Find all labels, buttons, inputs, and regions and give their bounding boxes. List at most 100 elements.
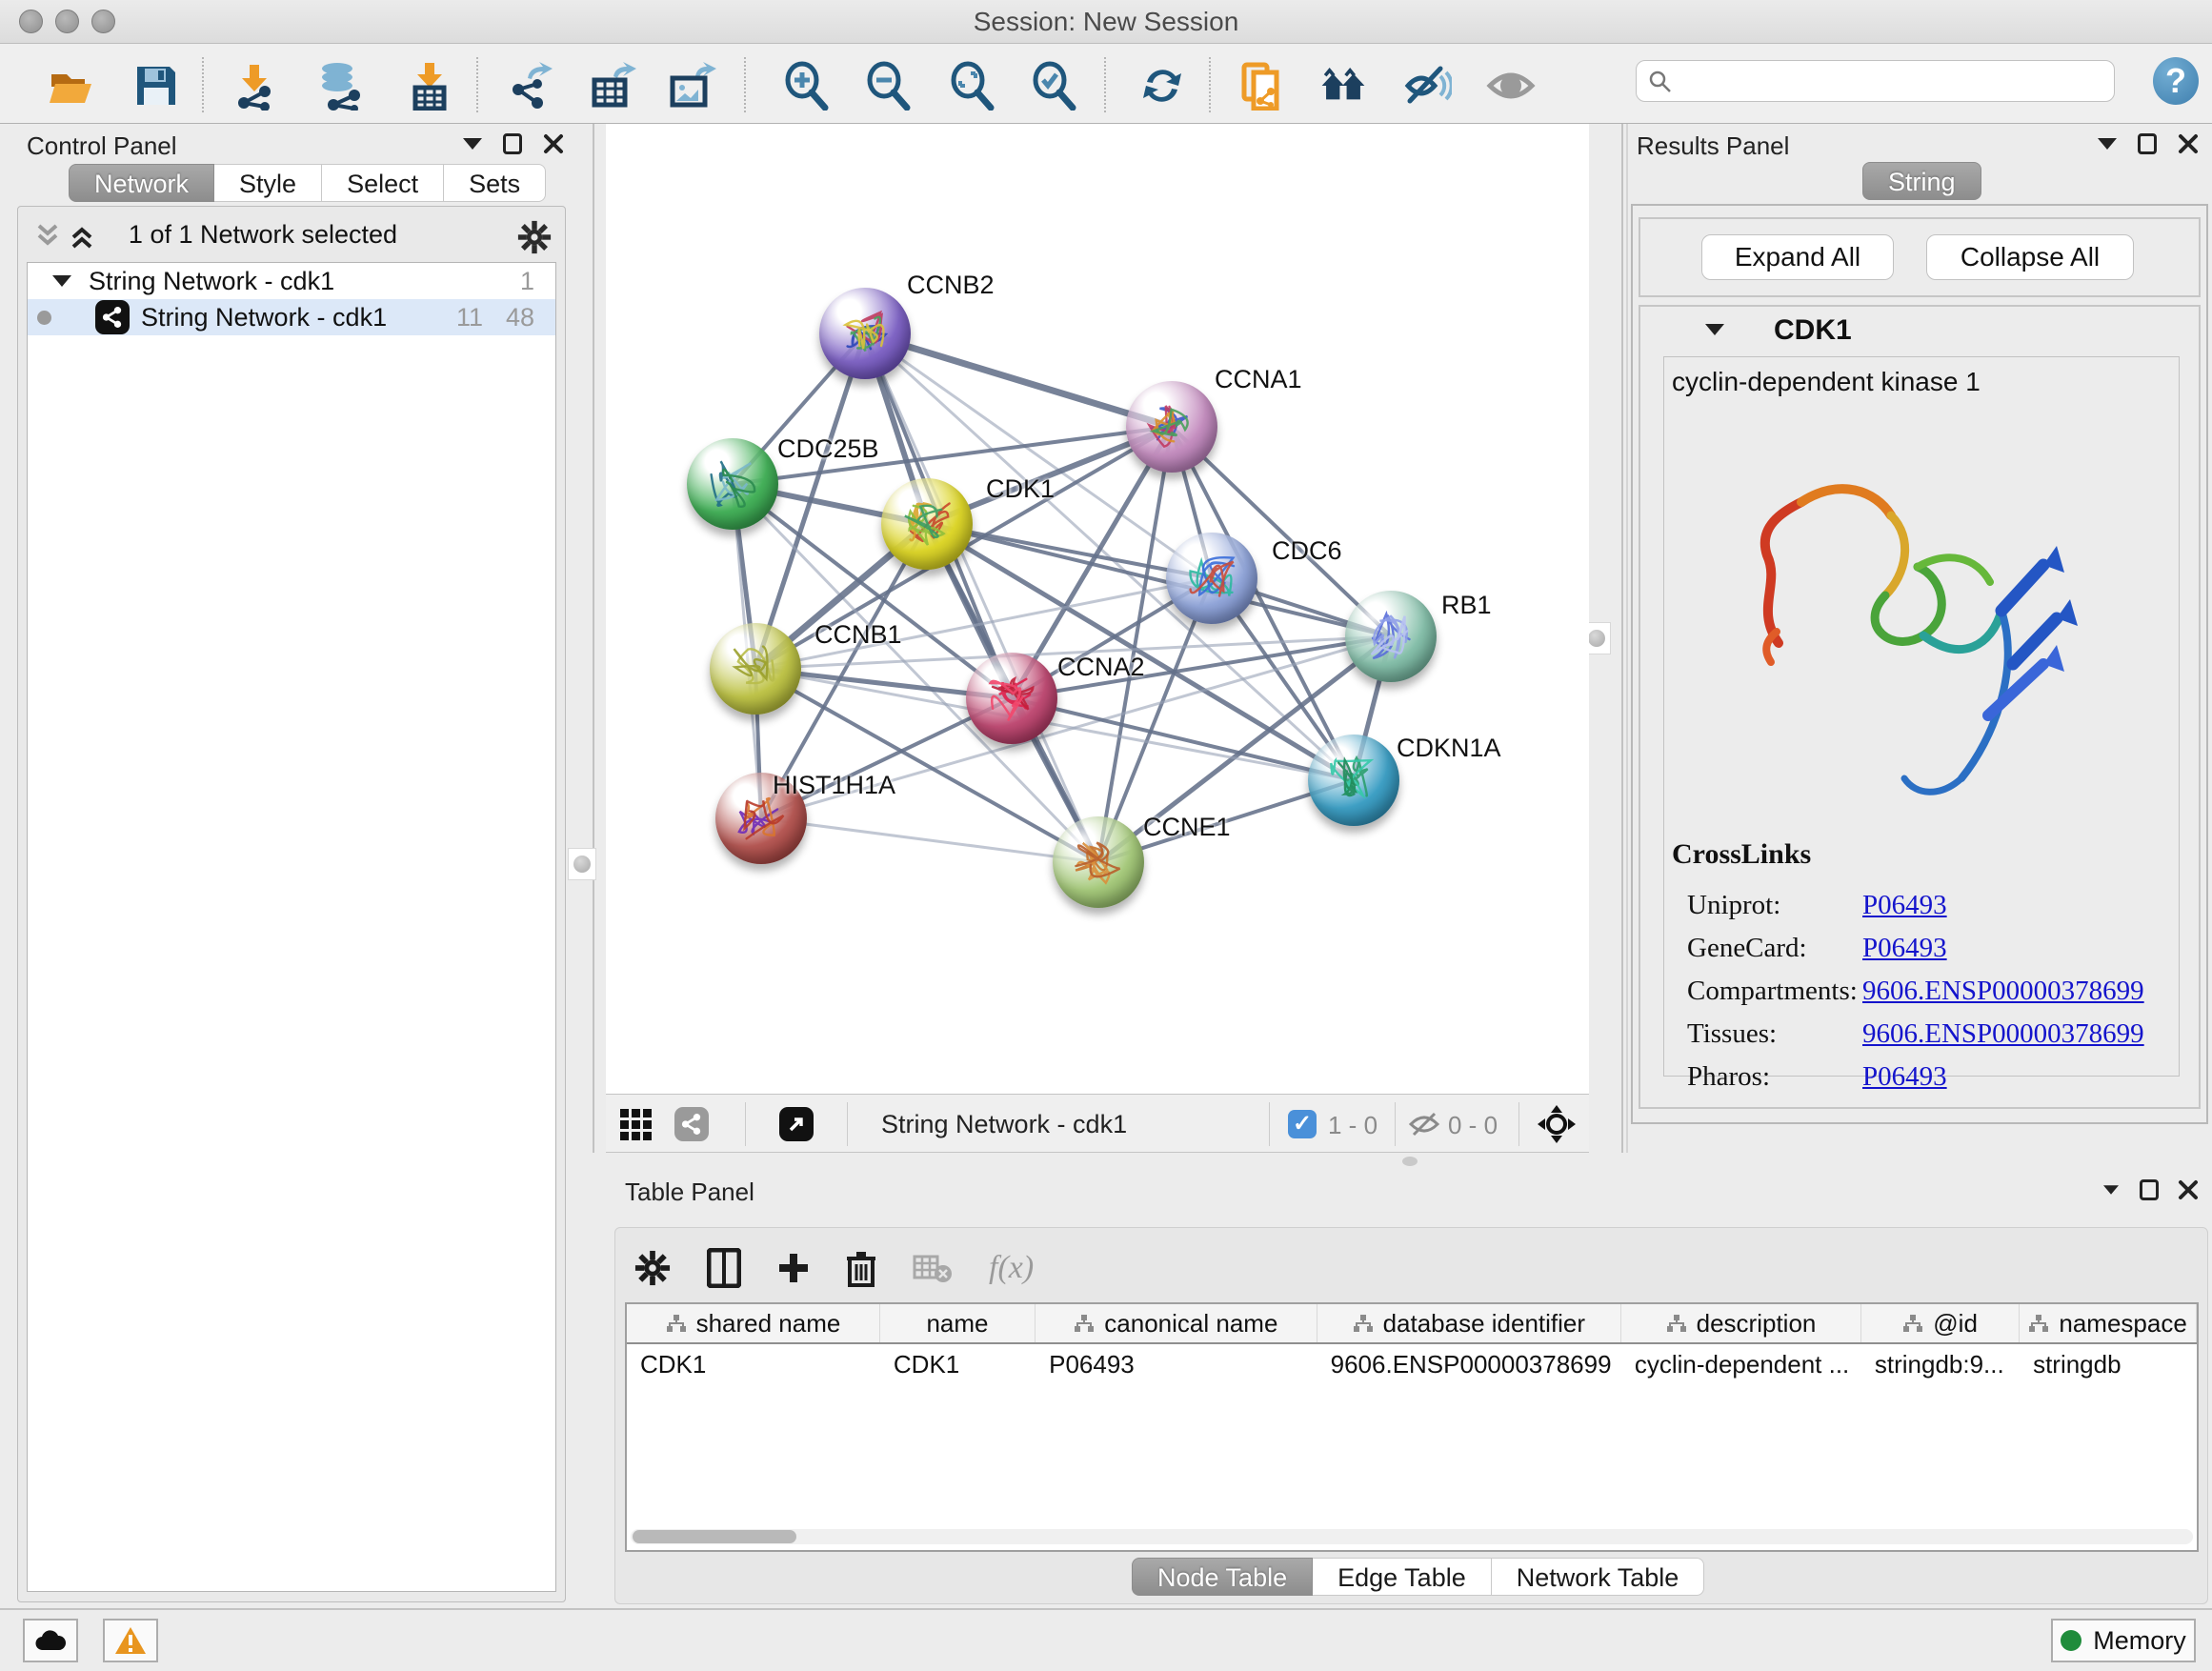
collection-count: 1 (520, 267, 534, 296)
delete-column-icon[interactable] (846, 1249, 876, 1287)
control-panel-title: Control Panel (27, 131, 177, 161)
birdseye-grid-icon[interactable] (619, 1108, 654, 1142)
table-panel-close-icon[interactable] (2178, 1179, 2199, 1200)
fit-crosshair-icon[interactable] (1536, 1103, 1578, 1145)
table-cell: stringdb (2020, 1344, 2197, 1384)
crosslink-link[interactable]: P06493 (1862, 890, 1947, 921)
show-columns-icon[interactable] (707, 1248, 741, 1288)
crosslink-link[interactable]: P06493 (1862, 1061, 1947, 1093)
network-node-cdc25b[interactable] (687, 438, 778, 530)
results-panel-float-icon[interactable] (2138, 133, 2157, 154)
table-cell: 9606.ENSP00000378699 (1317, 1344, 1621, 1384)
bottom-splitter-handle[interactable] (1402, 1157, 1418, 1166)
column-header-shared-name[interactable]: shared name (627, 1304, 880, 1342)
crosslink-link[interactable]: P06493 (1862, 933, 1947, 964)
right-splitter-line2 (1626, 124, 1628, 1153)
expand-all-button[interactable]: Expand All (1701, 234, 1894, 280)
zoom-selected-icon[interactable] (1029, 61, 1078, 111)
network-badge-icon[interactable] (674, 1107, 709, 1141)
search-input[interactable] (1682, 63, 2101, 99)
network-options-gear-icon[interactable] (517, 220, 552, 254)
import-network-icon[interactable] (229, 61, 278, 111)
string-home-icon[interactable] (1318, 61, 1368, 111)
network-canvas[interactable]: CCNB2CCNA1CDC25BCDK1CDC6RB1CCNB1CCNA2CDK… (606, 124, 1589, 1094)
column-header-description[interactable]: description (1621, 1304, 1861, 1342)
network-node-rb1[interactable] (1345, 591, 1437, 682)
import-network-from-database-icon[interactable] (314, 61, 364, 111)
column-header--id[interactable]: @id (1861, 1304, 2020, 1342)
table-horizontal-scrollbar[interactable] (631, 1529, 2193, 1544)
tab-style[interactable]: Style (214, 164, 322, 202)
control-panel-menu-icon[interactable] (463, 138, 482, 150)
left-splitter-handle[interactable] (568, 848, 596, 880)
column-header-name[interactable]: name (880, 1304, 1036, 1342)
node-label-cdc25b: CDC25B (777, 434, 879, 464)
results-panel-menu-icon[interactable] (2098, 138, 2117, 150)
zoom-out-icon[interactable] (863, 61, 913, 111)
copy-network-icon[interactable] (1238, 61, 1288, 111)
zoom-in-icon[interactable] (781, 61, 831, 111)
tab-select[interactable]: Select (322, 164, 444, 202)
protein-collapse-icon[interactable] (1705, 324, 1724, 335)
tab-sets[interactable]: Sets (444, 164, 546, 202)
warnings-button[interactable] (103, 1619, 158, 1662)
toolbar-separator (1209, 57, 1211, 112)
zoom-fit-icon[interactable] (947, 61, 996, 111)
table-panel-menu-icon[interactable] (2103, 1185, 2119, 1195)
column-header-database-identifier[interactable]: database identifier (1317, 1304, 1621, 1342)
left-splitter[interactable] (593, 124, 594, 1153)
import-table-icon[interactable] (404, 61, 453, 111)
collection-expand-icon[interactable] (52, 275, 71, 287)
export-image-icon[interactable] (667, 61, 716, 111)
network-node-ccnb1[interactable] (710, 623, 801, 715)
crosslink-link[interactable]: 9606.ENSP00000378699 (1862, 1018, 2144, 1050)
open-session-icon[interactable] (46, 61, 95, 111)
tab-string[interactable]: String (1862, 162, 1981, 200)
network-row[interactable]: String Network - cdk1 11 48 (28, 299, 555, 335)
hide-unhide-icon[interactable] (1402, 61, 1452, 111)
network-edge[interactable] (1012, 698, 1354, 780)
network-edge[interactable] (865, 333, 1098, 862)
selected-checkbox-icon[interactable]: ✓ (1288, 1110, 1317, 1138)
network-tree: String Network - cdk1 1 String Network -… (27, 262, 556, 1592)
network-node-ccna2[interactable] (966, 653, 1057, 744)
column-header-canonical-name[interactable]: canonical name (1036, 1304, 1317, 1342)
tab-edge-table[interactable]: Edge Table (1313, 1558, 1492, 1596)
network-collection-row[interactable]: String Network - cdk1 1 (28, 263, 555, 299)
network-node-cdkn1a[interactable] (1308, 735, 1399, 826)
table-panel-float-icon[interactable] (2140, 1179, 2159, 1200)
network-node-cdk1[interactable] (881, 478, 973, 570)
add-column-icon[interactable] (777, 1252, 810, 1284)
network-node-ccna1[interactable] (1126, 381, 1217, 473)
table-row[interactable]: CDK1CDK1P064939606.ENSP00000378699cyclin… (627, 1344, 2197, 1384)
tab-network[interactable]: Network (69, 164, 214, 202)
save-session-icon[interactable] (131, 61, 181, 111)
show-graphics-icon[interactable] (1486, 61, 1536, 111)
export-network-icon[interactable] (505, 61, 554, 111)
column-header-namespace[interactable]: namespace (2020, 1304, 2197, 1342)
memory-button[interactable]: Memory (2051, 1619, 2196, 1662)
network-node-ccne1[interactable] (1053, 816, 1144, 908)
cloud-button[interactable] (23, 1619, 78, 1662)
network-edge[interactable] (761, 818, 1098, 862)
help-button[interactable]: ? (2153, 57, 2199, 105)
crosslinks-title: CrossLinks (1672, 838, 2144, 871)
crosslink-link[interactable]: 9606.ENSP00000378699 (1862, 976, 2144, 1007)
protein-structure-thumbnail (819, 288, 911, 379)
export-table-icon[interactable] (587, 61, 636, 111)
network-node-ccnb2[interactable] (819, 288, 911, 379)
results-panel-close-icon[interactable] (2178, 133, 2199, 154)
right-splitter[interactable] (1621, 124, 1623, 1153)
refresh-icon[interactable] (1137, 61, 1187, 111)
protein-card: CDK1 cyclin-dependent kinase 1 (1639, 305, 2201, 1109)
table-options-gear-icon[interactable] (634, 1250, 671, 1286)
main-toolbar: ? (0, 44, 2212, 124)
tab-network-table[interactable]: Network Table (1492, 1558, 1705, 1596)
column-mapping-icon (1353, 1314, 1374, 1333)
tab-node-table[interactable]: Node Table (1132, 1558, 1313, 1596)
open-in-window-icon[interactable] (779, 1107, 814, 1141)
network-node-cdc6[interactable] (1166, 533, 1257, 624)
control-panel-close-icon[interactable] (543, 133, 564, 154)
control-panel-float-icon[interactable] (503, 133, 522, 154)
collapse-all-button[interactable]: Collapse All (1926, 234, 2134, 280)
